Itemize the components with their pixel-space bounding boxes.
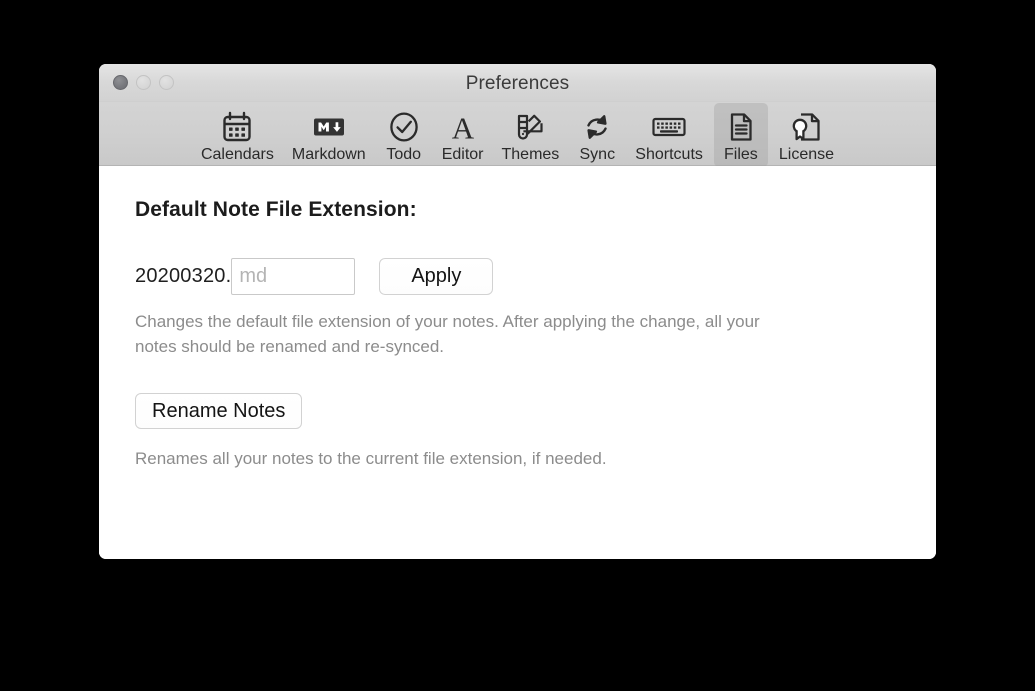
extension-input[interactable] xyxy=(231,258,356,295)
toolbar-item-label: Files xyxy=(724,146,758,163)
window-title: Preferences xyxy=(465,73,570,94)
calendar-icon xyxy=(219,108,255,146)
certificate-icon xyxy=(788,108,824,146)
toolbar-item-shortcuts[interactable]: Shortcuts xyxy=(628,103,710,167)
rename-notes-button[interactable]: Rename Notes xyxy=(135,393,303,429)
rename-help-text: Renames all your notes to the current fi… xyxy=(135,449,607,468)
toolbar-item-label: Themes xyxy=(501,146,560,163)
toolbar-item-label: License xyxy=(778,146,835,163)
toolbar-item-license[interactable]: License xyxy=(772,103,841,167)
toolbar-item-label: Markdown xyxy=(291,146,366,163)
toolbar-item-sync[interactable]: Sync xyxy=(570,103,624,167)
files-pane: Default Note File Extension: 20200320. A… xyxy=(99,166,936,559)
check-circle-icon xyxy=(386,108,422,146)
toolbar-item-label: Todo xyxy=(386,146,422,163)
extension-help-text: Changes the default file extension of yo… xyxy=(135,312,760,356)
keyboard-icon xyxy=(650,108,688,146)
svg-text:A: A xyxy=(451,111,474,146)
toolbar-item-label: Editor xyxy=(441,146,484,163)
apply-button[interactable]: Apply xyxy=(379,258,494,295)
toolbar-item-label: Sync xyxy=(579,146,616,163)
extension-row: 20200320. Apply xyxy=(135,258,900,295)
toolbar-item-files[interactable]: Files xyxy=(713,103,768,167)
preferences-toolbar: Calendars Markdown Todo A Editor Themes … xyxy=(99,102,936,167)
swatch-icon xyxy=(512,108,548,146)
document-icon xyxy=(723,108,759,146)
toolbar-item-label: Calendars xyxy=(200,146,274,163)
toolbar-item-markdown[interactable]: Markdown xyxy=(285,103,373,167)
toolbar-item-themes[interactable]: Themes xyxy=(495,103,567,167)
toolbar-item-editor[interactable]: A Editor xyxy=(435,103,491,167)
sync-icon xyxy=(579,108,615,146)
markdown-icon xyxy=(311,108,347,146)
extension-prefix-label: 20200320. xyxy=(135,265,232,287)
toolbar-item-label: Shortcuts xyxy=(635,146,703,163)
toolbar-item-calendars[interactable]: Calendars xyxy=(194,103,281,167)
letter-a-icon: A xyxy=(445,108,481,146)
window-titlebar[interactable]: Preferences xyxy=(99,64,936,102)
toolbar-item-todo[interactable]: Todo xyxy=(377,103,431,167)
preferences-window: Preferences Calendars Markdown Todo A Ed… xyxy=(99,64,936,559)
page-title: Default Note File Extension: xyxy=(135,198,417,221)
